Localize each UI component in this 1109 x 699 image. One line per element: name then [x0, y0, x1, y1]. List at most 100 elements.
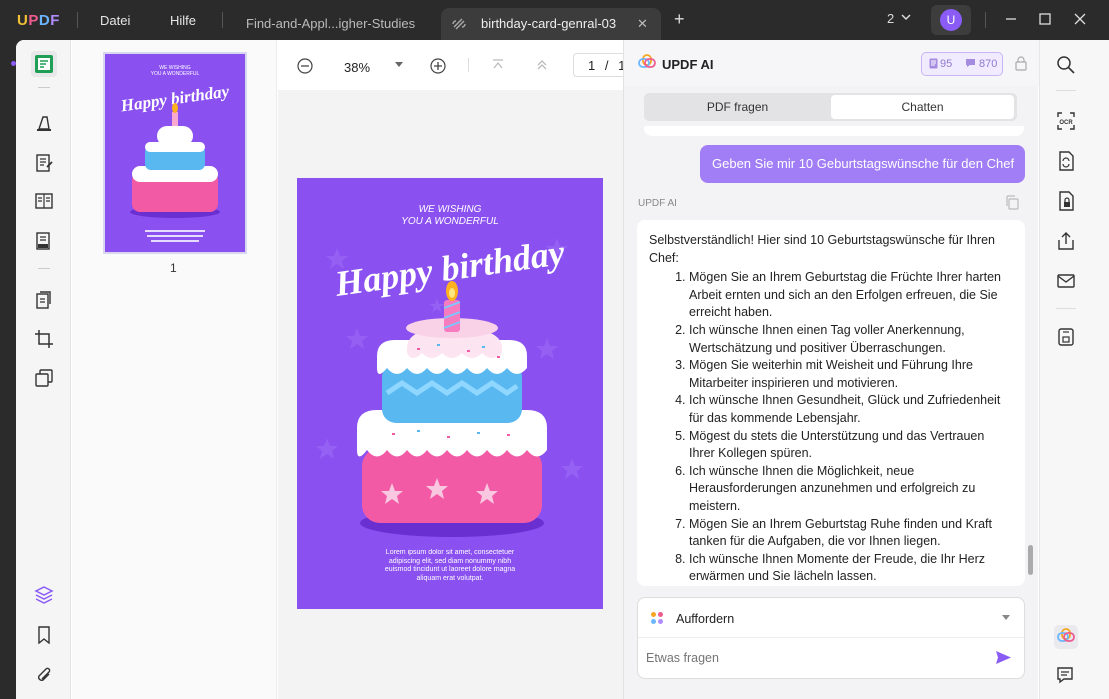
wishes-list: Mögen Sie an Ihrem Geburtstag die Frücht… — [689, 269, 1013, 586]
tab-pdf-fragen[interactable]: PDF fragen — [646, 95, 829, 119]
card-footer-text: Lorem ipsum dolor sit amet, consectetuer… — [384, 549, 516, 582]
ai-response-intro: Selbstverständlich! Hier sind 10 Geburts… — [649, 233, 996, 265]
crop-icon[interactable] — [31, 326, 57, 352]
viewer-toolbar: 38% 1 / 1 — [278, 40, 633, 90]
comment-tool-icon[interactable] — [31, 110, 57, 136]
ai-panel-title: UPDF AI — [662, 57, 714, 72]
protect-icon[interactable] — [1056, 191, 1076, 211]
thumb-line2: YOU A WONDERFUL — [151, 71, 200, 77]
user-message: Geben Sie mir 10 Geburtstagswünsche für … — [700, 145, 1025, 183]
comment-list-icon[interactable] — [1056, 666, 1076, 686]
previous-message-edge — [644, 126, 1024, 136]
close-window-icon[interactable] — [1074, 13, 1086, 25]
previous-page-icon[interactable] — [535, 58, 549, 72]
prompt-label: Auffordern — [676, 612, 735, 626]
credits-document: 95 — [940, 58, 953, 70]
divider — [468, 58, 469, 72]
organize-pages-icon[interactable] — [31, 188, 57, 214]
share-icon[interactable] — [1056, 231, 1076, 251]
list-item: Mögen Sie weiterhin mit Weisheit und Füh… — [689, 357, 1013, 392]
ai-assistant-panel: UPDF AI 95 870 PDF fragen Chatten Geben … — [623, 40, 1039, 699]
tab-birthday-card[interactable]: birthday-card-genral-03 ✕ — [441, 8, 661, 40]
page-thumbnail[interactable]: WE WISHING YOU A WONDERFUL Happy birthda… — [103, 52, 247, 254]
zoom-in-icon[interactable] — [430, 58, 446, 74]
batch-icon[interactable] — [31, 365, 57, 391]
chat-input[interactable] — [646, 646, 986, 670]
maximize-icon[interactable] — [1039, 13, 1051, 25]
zoom-dropdown-icon[interactable] — [395, 62, 403, 68]
tab-label: birthday-card-genral-03 — [481, 16, 617, 31]
thumbnail-panel: WE WISHING YOU A WONDERFUL Happy birthda… — [72, 40, 277, 699]
ai-response-label: UPDF AI — [638, 198, 677, 209]
fill-sign-icon[interactable] — [31, 228, 57, 254]
reader-mode-button[interactable] — [31, 51, 57, 77]
divider — [1056, 90, 1076, 91]
card-line2: YOU A WONDERFUL — [401, 216, 499, 227]
list-item: Ich wünsche Ihnen Momente der Freude, di… — [689, 551, 1013, 586]
divider — [38, 87, 50, 88]
pdf-page: WE WISHING YOU A WONDERFUL Happy birthda… — [297, 178, 603, 609]
save-icon[interactable] — [1056, 327, 1076, 347]
convert-pdf-icon[interactable] — [31, 287, 57, 313]
card-line1: WE WISHING — [419, 204, 482, 215]
lock-icon[interactable] — [1015, 56, 1027, 71]
send-icon[interactable] — [995, 650, 1012, 665]
list-item: Ich wünsche Ihnen die Möglichkeit, neue … — [689, 463, 1013, 516]
list-item: Mögest du stets die Unterstützung und da… — [689, 428, 1013, 463]
tab-link-icon — [451, 16, 467, 32]
updf-ai-button[interactable] — [1054, 625, 1078, 649]
updf-logo: UPDF — [17, 12, 60, 29]
chat-credit-icon — [965, 58, 976, 68]
list-item: Mögen Sie an Ihrem Geburtstag Ruhe finde… — [689, 516, 1013, 551]
divider — [38, 268, 50, 269]
divider — [77, 12, 78, 28]
chat-scrollbar[interactable] — [1028, 545, 1033, 575]
copy-icon[interactable] — [1005, 195, 1019, 210]
document-credit-icon — [929, 58, 938, 69]
menu-hilfe[interactable]: Hilfe — [170, 13, 196, 28]
list-item: Ich wünsche Ihnen einen Tag voller Anerk… — [689, 322, 1013, 357]
prompt-box: Auffordern — [637, 597, 1025, 679]
email-icon[interactable] — [1056, 271, 1076, 291]
tab-find-and-apply[interactable]: Find-and-Appl...igher-Studies — [232, 8, 432, 40]
credits-badge[interactable]: 95 870 — [921, 52, 1003, 76]
right-toolbar: OCR — [1039, 40, 1109, 699]
svg-text:OCR: OCR — [1059, 120, 1073, 126]
bookmark-icon[interactable] — [31, 622, 57, 648]
ocr-icon[interactable]: OCR — [1056, 111, 1076, 131]
prompt-dropdown-icon — [1002, 615, 1010, 621]
first-page-icon[interactable] — [491, 58, 505, 72]
zoom-level[interactable]: 38% — [344, 60, 370, 75]
app-window: WE WISHING YOU A WONDERFUL Happy birthda… — [16, 40, 1109, 699]
updf-ai-logo-icon — [638, 54, 656, 72]
ai-response: Selbstverständlich! Hier sind 10 Geburts… — [637, 220, 1025, 586]
tab-close-icon[interactable]: ✕ — [637, 16, 648, 32]
tab-chatten[interactable]: Chatten — [831, 95, 1014, 119]
tab-label: Find-and-Appl...igher-Studies — [246, 16, 416, 31]
prompt-dots-icon — [650, 611, 664, 625]
ai-mode-switch: PDF fragen Chatten — [644, 93, 1017, 121]
layers-icon[interactable] — [31, 582, 57, 608]
search-icon[interactable] — [1056, 55, 1076, 75]
prompt-selector[interactable]: Auffordern — [638, 598, 1024, 638]
minimize-icon[interactable] — [1005, 9, 1017, 29]
page-count-badge: 2 — [887, 11, 895, 26]
divider — [985, 12, 986, 28]
title-bar: UPDF Datei Hilfe Find-and-Appl...igher-S… — [0, 0, 1109, 40]
menu-datei[interactable]: Datei — [100, 13, 130, 28]
attachment-icon[interactable] — [31, 662, 57, 688]
list-item: Mögen Sie an Ihrem Geburtstag die Frücht… — [689, 269, 1013, 322]
divider — [1056, 308, 1076, 309]
left-toolbar — [16, 40, 71, 699]
convert-icon[interactable] — [1056, 151, 1076, 171]
chevron-down-icon[interactable] — [900, 10, 912, 24]
new-tab-icon[interactable]: + — [674, 9, 685, 30]
list-item: Ich wünsche Ihnen Gesundheit, Glück und … — [689, 392, 1013, 427]
thumbnail-page-number: 1 — [170, 261, 177, 275]
ai-header: UPDF AI 95 870 — [624, 40, 1039, 86]
avatar[interactable]: U — [940, 9, 962, 31]
edit-pdf-icon[interactable] — [31, 150, 57, 176]
credits-chat: 870 — [979, 58, 998, 70]
divider — [222, 12, 223, 28]
zoom-out-icon[interactable] — [297, 58, 313, 74]
